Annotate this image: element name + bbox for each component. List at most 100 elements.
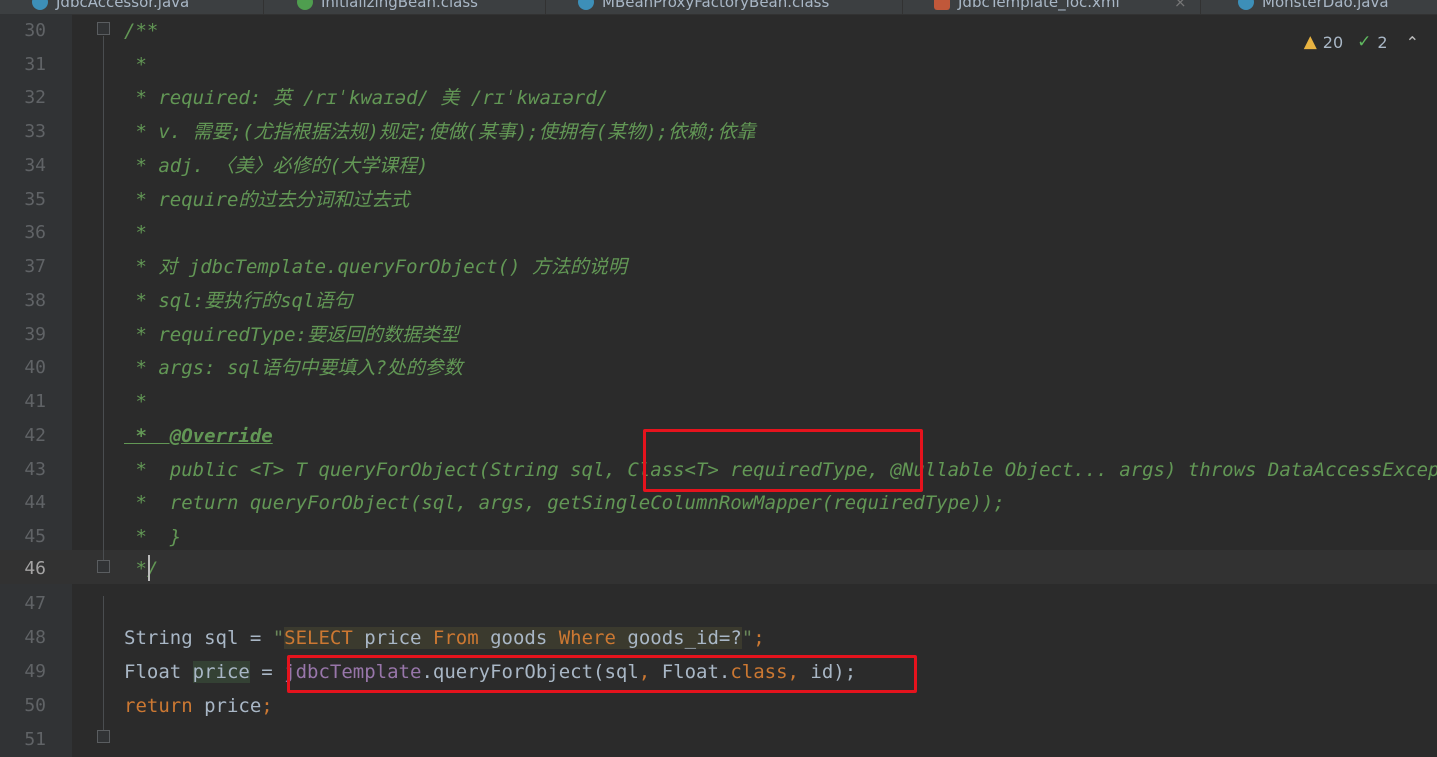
tab-label: MBeanProxyFactoryBean.class: [602, 0, 830, 11]
code-line[interactable]: 34 * adj. 〈美〉必修的(大学课程): [0, 149, 1437, 183]
chevron-up-icon[interactable]: ⌃: [1406, 33, 1419, 52]
code-text-sql-declaration: String sql = "SELECT price From goods Wh…: [124, 621, 765, 655]
line-number: 43: [24, 459, 46, 480]
code-text: * adj. 〈美〉必修的(大学课程): [124, 155, 429, 177]
sql-keyword: SELECT: [284, 627, 353, 649]
code-text: * v. 需要;(尤指根据法规)规定;使做(某事);使拥有(某物);依赖;依靠: [124, 121, 756, 143]
tab-divider: [902, 0, 903, 14]
line-number: 47: [24, 593, 46, 614]
line-number: 42: [24, 425, 46, 446]
tab-divider: [1200, 0, 1201, 14]
line-number: 46: [24, 558, 46, 579]
fold-toggle-icon[interactable]: [97, 730, 110, 743]
code-text: * }: [124, 526, 182, 548]
fold-toggle-icon[interactable]: [97, 560, 110, 573]
tab-jdbcaccessor[interactable]: JdbcAccessor.java: [32, 0, 189, 13]
code-text: * required: 英 /rɪˈkwaɪəd/ 美 /rɪˈkwaɪərd/: [124, 87, 609, 109]
code-text-return: return price;: [124, 689, 273, 723]
code-line[interactable]: 40 * args: sql语句中要填入?处的参数: [0, 351, 1437, 385]
code-line[interactable]: 30 /**: [0, 14, 1437, 48]
inspection-widget[interactable]: ▲ 20 ✓ 2 ⌃: [1304, 32, 1419, 52]
code-line[interactable]: 48 String sql = "SELECT price From goods…: [0, 621, 1437, 655]
code-text: /**: [124, 20, 159, 42]
code-line[interactable]: 35 * require的过去分词和过去式: [0, 183, 1437, 217]
code-line[interactable]: 38 * sql:要执行的sql语句: [0, 284, 1437, 318]
warning-count: 20: [1322, 32, 1344, 52]
highlight-box-query-call: [287, 655, 917, 693]
tab-mbeanproxyfactorybean[interactable]: MBeanProxyFactoryBean.class: [578, 0, 829, 13]
text-caret: [148, 555, 150, 581]
line-number: 31: [24, 54, 46, 75]
line-number: 49: [24, 661, 46, 682]
code-token: ": [741, 627, 754, 649]
tab-label: InitializingBean.class: [321, 0, 478, 11]
tab-label: MonsterDao.java: [1262, 0, 1389, 11]
line-number: 34: [24, 155, 46, 176]
line-number: 37: [24, 256, 46, 277]
sql-keyword: Where: [558, 627, 616, 649]
code-line[interactable]: 33 * v. 需要;(尤指根据法规)规定;使做(某事);使拥有(某物);依赖;…: [0, 115, 1437, 149]
fold-toggle-icon[interactable]: [97, 22, 110, 35]
line-number: 50: [24, 695, 46, 716]
fold-guide-line: [103, 36, 104, 560]
tab-jdbctemplate-ioc[interactable]: JdbcTemplate_ioc.xml: [934, 0, 1120, 13]
tab-close-icon[interactable]: ×: [1174, 0, 1187, 13]
code-token: ": [272, 627, 285, 649]
java-class-icon: [1238, 0, 1254, 10]
code-line[interactable]: 51: [0, 723, 1437, 757]
line-number: 48: [24, 627, 46, 648]
code-text: * sql:要执行的sql语句: [124, 290, 353, 312]
code-line[interactable]: 41 *: [0, 385, 1437, 419]
code-line[interactable]: 47: [0, 587, 1437, 621]
code-token: String sql =: [124, 627, 273, 649]
code-token: =: [249, 661, 285, 683]
checkmark-icon: ✓: [1357, 32, 1372, 52]
line-number: 30: [24, 20, 46, 41]
code-token: return: [124, 695, 193, 717]
code-line[interactable]: 45 * }: [0, 520, 1437, 554]
highlight-box-required-type: [643, 429, 923, 492]
line-number: 40: [24, 357, 46, 378]
spring-xml-icon: [934, 0, 950, 10]
line-number: 45: [24, 526, 46, 547]
fold-guide-line: [103, 596, 104, 736]
tab-divider: [263, 0, 264, 14]
tab-label: JdbcAccessor.java: [56, 0, 190, 11]
code-line[interactable]: 50 return price;: [0, 689, 1437, 723]
sql-token: price: [352, 627, 433, 649]
tab-divider: [545, 0, 546, 14]
code-text: * require的过去分词和过去式: [124, 189, 410, 211]
code-line[interactable]: 32 * required: 英 /rɪˈkwaɪəd/ 美 /rɪˈkwaɪə…: [0, 81, 1437, 115]
line-number: 41: [24, 391, 46, 412]
line-number: 32: [24, 87, 46, 108]
code-text: * 对 jdbcTemplate.queryForObject() 方法的说明: [124, 256, 627, 278]
weak-warning-count: 2: [1377, 32, 1388, 52]
sql-token: goods_id=?: [615, 627, 742, 649]
code-line-current[interactable]: 46 */: [0, 550, 1437, 584]
line-number: 51: [24, 729, 46, 750]
code-token: ;: [261, 695, 273, 717]
interface-icon: [297, 0, 313, 10]
class-icon: [578, 0, 594, 10]
code-line[interactable]: 31 *: [0, 48, 1437, 82]
line-number: 33: [24, 121, 46, 142]
code-text: * args: sql语句中要填入?处的参数: [124, 357, 463, 379]
tab-monsterdao[interactable]: MonsterDao.java: [1238, 0, 1389, 13]
line-number: 44: [24, 492, 46, 513]
line-number: 39: [24, 324, 46, 345]
code-text: *: [124, 222, 147, 244]
line-number: 38: [24, 290, 46, 311]
line-number: 36: [24, 222, 46, 243]
code-token: price: [192, 695, 262, 717]
code-line[interactable]: 37 * 对 jdbcTemplate.queryForObject() 方法的…: [0, 250, 1437, 284]
code-text: * requiredType:要返回的数据类型: [124, 324, 460, 346]
java-class-icon: [32, 0, 48, 10]
code-line[interactable]: 39 * requiredType:要返回的数据类型: [0, 318, 1437, 352]
code-text: */: [124, 558, 159, 580]
code-line[interactable]: 36 *: [0, 216, 1437, 250]
code-token: price: [192, 661, 250, 683]
line-number: 35: [24, 189, 46, 210]
code-token: Float: [124, 661, 193, 683]
editor-tab-bar: JdbcAccessor.java InitializingBean.class…: [0, 0, 1437, 15]
tab-initializingbean[interactable]: InitializingBean.class: [297, 0, 478, 13]
